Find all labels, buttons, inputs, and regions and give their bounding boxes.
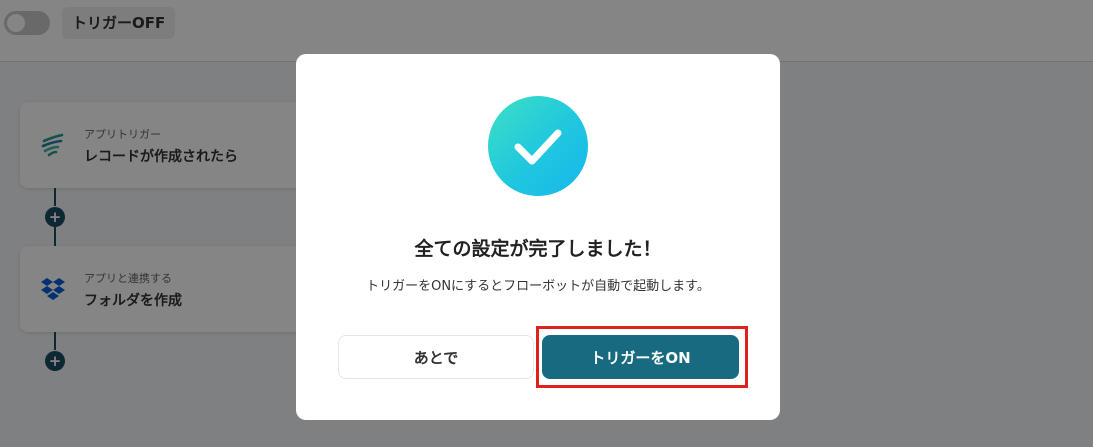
trigger-on-button[interactable]: トリガーをON [542, 335, 739, 379]
later-button[interactable]: あとで [338, 335, 534, 379]
success-badge [488, 96, 588, 196]
app-root: トリガーOFF アプリトリガー レコードが作成されたら + アプリと連携する フ… [0, 0, 1093, 447]
completion-modal: 全ての設定が完了しました！ トリガーをONにするとフローボットが自動で起動します… [296, 54, 780, 420]
modal-description: トリガーをONにするとフローボットが自動で起動します。 [366, 279, 710, 294]
modal-title: 全ての設定が完了しました！ [414, 238, 662, 260]
check-icon [514, 129, 562, 165]
